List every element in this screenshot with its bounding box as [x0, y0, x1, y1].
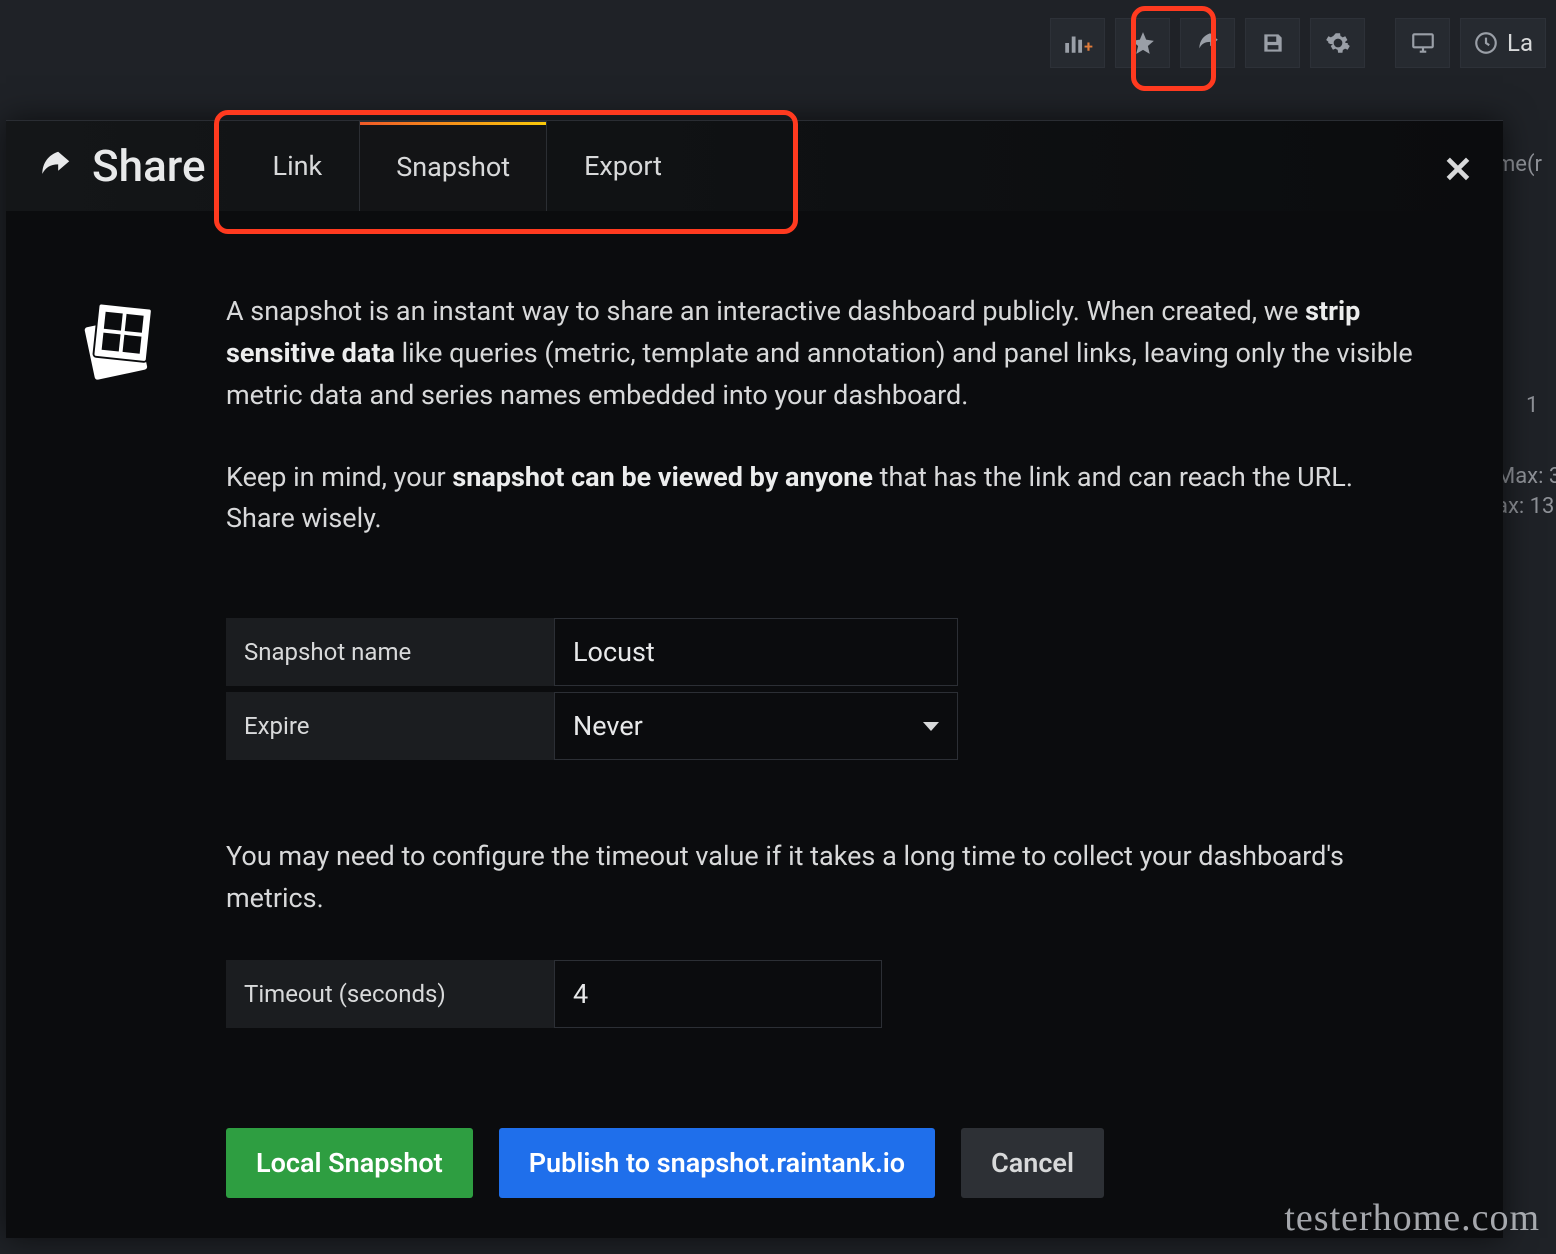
tab-export[interactable]: Export [547, 121, 699, 211]
local-snapshot-button[interactable]: Local Snapshot [226, 1128, 473, 1198]
modal-title-text: Share [92, 140, 206, 192]
modal-tabs: Link Snapshot Export [236, 121, 699, 211]
publish-snapshot-button[interactable]: Publish to snapshot.raintank.io [499, 1128, 935, 1198]
monitor-icon [1410, 30, 1436, 56]
close-button[interactable]: ✕ [1443, 149, 1473, 191]
star-button[interactable] [1115, 18, 1170, 68]
plus-icon: + [1084, 37, 1093, 56]
snapshot-description-1: A snapshot is an instant way to share an… [226, 291, 1416, 417]
expire-select[interactable]: Never [554, 692, 958, 760]
modal-actions: Local Snapshot Publish to snapshot.raint… [226, 1128, 1416, 1198]
modal-title: Share [36, 140, 206, 192]
top-toolbar: + La [1050, 18, 1546, 68]
dashboards-stack-icon [76, 291, 162, 389]
snapshot-description-2: Keep in mind, your snapshot can be viewe… [226, 457, 1416, 541]
star-icon [1130, 30, 1156, 56]
add-panel-button[interactable]: + [1050, 18, 1105, 68]
save-icon [1260, 30, 1286, 56]
modal-header: Share Link Snapshot Export ✕ [6, 121, 1503, 211]
time-range-label: La [1507, 29, 1533, 57]
modal-body: A snapshot is an instant way to share an… [6, 211, 1503, 1238]
chevron-down-icon [923, 722, 939, 731]
modal-content: A snapshot is an instant way to share an… [226, 291, 1416, 1198]
snapshot-illustration [76, 291, 166, 1198]
gear-icon [1325, 30, 1351, 56]
snapshot-name-input[interactable] [554, 618, 958, 686]
clock-icon [1473, 30, 1499, 56]
background-panel-labels: me(r 1 Max: 3 ax: 13 [1496, 150, 1556, 523]
timeout-label: Timeout (seconds) [226, 960, 554, 1028]
timeout-note: You may need to configure the timeout va… [226, 836, 1416, 920]
settings-button[interactable] [1310, 18, 1365, 68]
tv-button[interactable] [1395, 18, 1450, 68]
cancel-button[interactable]: Cancel [961, 1128, 1104, 1198]
expire-label: Expire [226, 692, 554, 760]
snapshot-name-label: Snapshot name [226, 618, 554, 686]
save-button[interactable] [1245, 18, 1300, 68]
watermark: testerhome.com [1284, 1196, 1540, 1240]
share-icon [1195, 30, 1221, 56]
snapshot-name-row: Snapshot name [226, 618, 1416, 686]
time-range-button[interactable]: La [1460, 18, 1546, 68]
share-button[interactable] [1180, 18, 1235, 68]
expire-row: Expire Never [226, 692, 1416, 760]
tab-link[interactable]: Link [236, 121, 360, 211]
timeout-row: Timeout (seconds) [226, 960, 1416, 1028]
close-icon: ✕ [1443, 149, 1473, 191]
share-icon [36, 147, 74, 185]
tab-snapshot[interactable]: Snapshot [359, 121, 547, 211]
timeout-input[interactable] [554, 960, 882, 1028]
expire-value: Never [573, 710, 643, 742]
share-modal: Share Link Snapshot Export ✕ [6, 120, 1503, 1238]
